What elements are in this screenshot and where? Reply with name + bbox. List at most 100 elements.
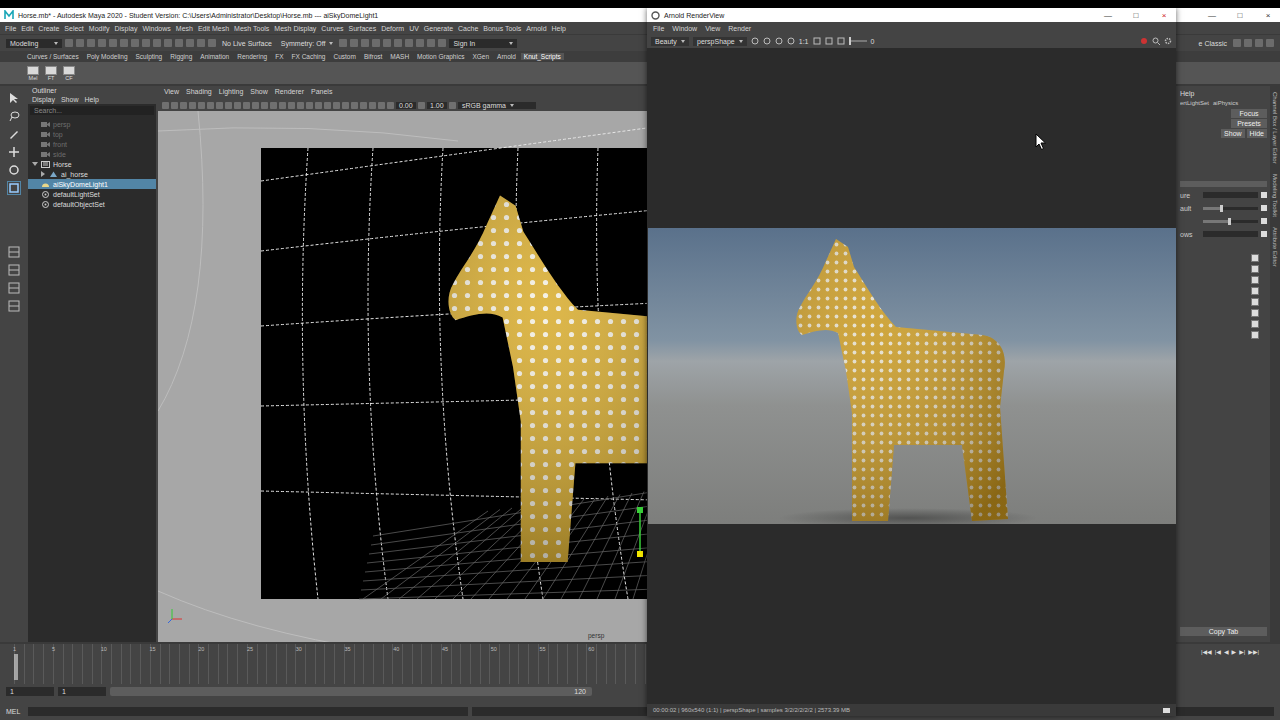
current-frame-marker[interactable] [14,654,18,680]
tool-icon[interactable] [98,39,106,47]
menu-item[interactable]: Renderer [275,88,304,97]
window-button[interactable]: × [1256,8,1280,22]
render-icon[interactable] [339,39,347,47]
manipulator-center[interactable] [637,551,643,557]
layout-icon[interactable] [8,300,20,312]
window-button[interactable]: — [1096,8,1120,22]
shelf-tab[interactable]: Bifrost [361,53,385,60]
menu-item[interactable]: Display [114,25,137,32]
tool-icon[interactable] [76,39,84,47]
attribute-checkbox[interactable] [1251,254,1259,262]
tool-icon[interactable] [175,39,183,47]
workspace-dropdown[interactable]: e Classic [1196,40,1230,47]
shelf-tab[interactable]: Animation [197,53,232,60]
shelf-button[interactable]: CF [62,66,76,81]
menu-item[interactable]: Mesh Tools [234,25,269,32]
select-tool-icon[interactable] [8,92,20,104]
tool-icon[interactable] [153,39,161,47]
menu-item[interactable]: Create [38,25,59,32]
render-control-icon[interactable] [763,37,771,45]
render-icon[interactable] [416,39,424,47]
viewport-tool-icon[interactable] [342,102,349,109]
side-tab[interactable]: Attribute Editor [1272,227,1278,267]
viewport-tool-icon[interactable] [333,102,340,109]
shelf-tab[interactable]: Sculpting [133,53,166,60]
outliner-item[interactable]: front [28,139,156,149]
attribute-checkbox[interactable] [1251,320,1259,328]
menu-item[interactable]: Lighting [219,88,244,97]
shelf-tab[interactable]: Rendering [234,53,270,60]
tool-icon[interactable] [164,39,172,47]
exposure-field[interactable]: 0.00 [396,102,416,109]
tool-icon[interactable] [65,39,73,47]
playback-button[interactable]: |◀◀ [1201,648,1212,655]
shelf-tab[interactable]: Knut_Scripts [521,53,564,60]
viewport-tool-icon[interactable] [279,102,286,109]
gamma-field[interactable]: 1.00 [427,102,447,109]
map-button-icon[interactable] [1261,192,1267,198]
viewport-tool-icon[interactable] [162,102,169,109]
viewport-tool-icon[interactable] [171,102,178,109]
camera-dropdown[interactable]: perspShape [693,37,747,46]
menu-item[interactable]: Curves [321,25,343,32]
settings-icon[interactable] [1164,37,1172,45]
menu-item[interactable]: Select [64,25,83,32]
menu-item[interactable]: Window [672,25,697,32]
menu-item[interactable]: File [653,25,664,32]
node-tab[interactable]: aiPhysics [1213,100,1238,106]
viewport-tool-icon[interactable] [261,102,268,109]
viewport-tool-icon[interactable] [360,102,367,109]
tool-icon[interactable] [120,39,128,47]
window-button[interactable]: — [1200,8,1224,22]
start-frame-field[interactable]: 1 [6,687,54,696]
side-tab[interactable]: Channel Box / Layer Editor [1272,92,1278,164]
menu-item[interactable]: Generate [424,25,453,32]
viewport-tool-icon[interactable] [234,102,241,109]
expander-icon[interactable] [32,131,38,137]
panel-icon[interactable] [1233,39,1241,47]
shelf-button[interactable]: Mel [26,66,40,81]
menu-item[interactable]: Bonus Tools [483,25,521,32]
show-hide-button[interactable]: Hide [1247,129,1267,138]
section-header[interactable] [1180,181,1267,187]
shelf-tab[interactable]: Arnold [494,53,519,60]
window-button[interactable]: □ [1124,8,1148,22]
view-transform-dropdown[interactable]: sRGB gamma [458,102,536,109]
tool-icon[interactable] [197,39,205,47]
playback-button[interactable]: ▶| [1239,648,1245,655]
menu-item[interactable]: Mesh Display [274,25,316,32]
shelf-tab[interactable]: XGen [469,53,492,60]
shelf-tab[interactable]: Poly Modeling [84,53,131,60]
tool-icon[interactable] [109,39,117,47]
viewport-tool-icon[interactable] [180,102,187,109]
playback-button[interactable]: ▶ [1232,648,1237,655]
script-language[interactable]: MEL [6,708,24,715]
menu-item[interactable]: Surfaces [349,25,377,32]
expander-icon[interactable] [32,141,38,147]
search-icon[interactable] [1152,37,1160,45]
render-control-icon[interactable] [787,37,795,45]
window-button[interactable]: □ [1228,8,1252,22]
viewport-tool-icon[interactable] [207,102,214,109]
tool-icon[interactable] [142,39,150,47]
viewport-tool-icon[interactable] [315,102,322,109]
render-icon[interactable] [383,39,391,47]
menu-item[interactable]: Render [728,25,751,32]
render-control-icon[interactable] [775,37,783,45]
render-area[interactable] [647,48,1176,704]
map-button-icon[interactable] [1261,205,1267,211]
aov-dropdown[interactable]: Beauty [651,37,689,46]
viewport-tool-icon[interactable] [252,102,259,109]
outliner-item[interactable]: persp [28,119,156,129]
panel-icon[interactable] [1244,39,1252,47]
tool-icon[interactable] [131,39,139,47]
shelf-button[interactable]: FT [44,66,58,81]
menu-item[interactable]: Arnold [526,25,546,32]
viewport-tool-icon[interactable] [297,102,304,109]
node-tab[interactable]: ertLightSet [1180,100,1209,106]
show-hide-button[interactable]: Show [1221,129,1245,138]
shelf-tab[interactable]: FX Caching [289,53,329,60]
attribute-slider[interactable] [1203,220,1258,223]
viewport-tool-icon[interactable] [198,102,205,109]
menu-item[interactable]: View [705,25,720,32]
